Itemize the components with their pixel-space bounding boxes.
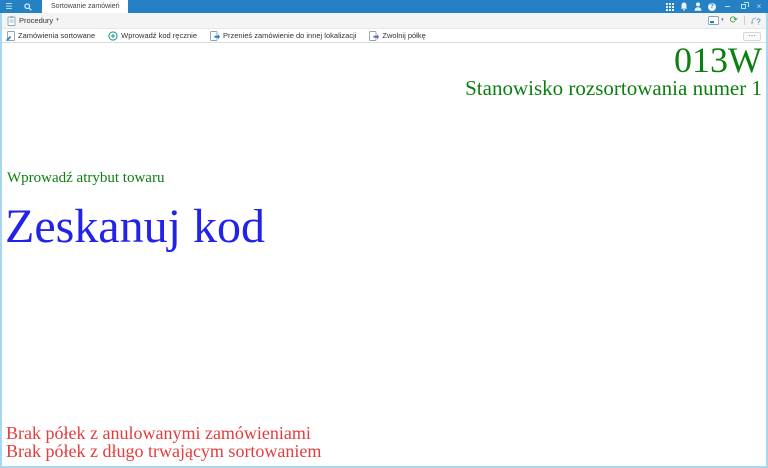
apps-grid-icon[interactable] (666, 2, 674, 11)
station-name: Stanowisko rozsortowania numer 1 (465, 76, 762, 100)
user-icon[interactable] (694, 2, 702, 11)
move-order-button[interactable]: Przenieś zamówienie do innej lokalizacji (210, 30, 357, 41)
sorted-orders-button[interactable]: Zamówienia sortowane (6, 30, 96, 41)
procedures-menu[interactable]: Procedury (19, 16, 53, 25)
help-tooltip-icon[interactable]: ? (751, 16, 761, 26)
main-content: 013W Stanowisko rozsortowania numer 1 Wp… (2, 40, 766, 466)
station-code: 013W (674, 40, 762, 80)
release-shelf-button[interactable]: Zwolnij półkę (369, 30, 426, 41)
actionbar: Zamówienia sortowane Wprowadź kod ręczni… (2, 29, 766, 43)
toolbar-separator (744, 16, 745, 25)
move-order-label: Przenieś zamówienie do innej lokalizacji (223, 31, 357, 40)
titlebar-actions: ? × (666, 0, 764, 13)
sorted-orders-label: Zamówienia sortowane (18, 31, 96, 40)
alerts: Brak półek z anulowanymi zamówieniami Br… (6, 424, 321, 460)
manual-code-entry-button[interactable]: Wprowadź kod ręcznie (108, 30, 197, 41)
release-shelf-label: Zwolnij półkę (382, 31, 426, 40)
sorted-orders-icon (6, 30, 15, 41)
move-order-icon (210, 30, 220, 41)
minimize-button[interactable] (722, 0, 732, 13)
refresh-icon[interactable]: ⟳ (730, 15, 738, 26)
procedures-icon (7, 15, 16, 26)
release-shelf-icon (369, 30, 380, 41)
station-info: 013W Stanowisko rozsortowania numer 1 (465, 40, 762, 100)
restore-glyph (740, 2, 749, 9)
restore-button[interactable] (738, 0, 749, 13)
titlebar: ☰ Sortowanie zamówień ? × (0, 0, 768, 13)
window-frame: Procedury ▾ ▾ ⟳ ? Zamówienia sortowane W… (0, 13, 768, 468)
attribute-prompt: Wprowadź atrybut towaru (7, 170, 165, 186)
chevron-down-icon: ▾ (721, 17, 724, 23)
notifications-bell-icon[interactable] (680, 2, 688, 11)
manual-code-entry-label: Wprowadź kod ręcznie (121, 31, 197, 40)
scan-code-prompt: Zeskanuj kod (5, 200, 265, 253)
menubar: Procedury ▾ ▾ ⟳ ? (2, 13, 766, 29)
app-window: ☰ Sortowanie zamówień ? × Procedury ▾ ▾ … (0, 0, 768, 468)
close-button[interactable]: × (754, 0, 764, 13)
svg-text:?: ? (756, 17, 761, 26)
menubar-right-icons: ▾ ⟳ ? (708, 15, 761, 26)
alert-cancelled-orders: Brak półek z anulowanymi zamówieniami (6, 423, 311, 443)
minimize-glyph (724, 6, 730, 7)
hamburger-menu-icon[interactable]: ☰ (0, 0, 18, 13)
form-view-icon[interactable]: ▾ (708, 16, 724, 25)
manual-code-entry-icon (108, 30, 118, 41)
alert-long-sorting: Brak półek z długo trwającym sortowaniem (6, 441, 322, 461)
help-icon[interactable]: ? (708, 2, 716, 11)
search-icon[interactable] (18, 2, 38, 11)
chevron-down-icon: ▾ (56, 17, 59, 23)
tab-label: Sortowanie zamówień (51, 3, 120, 10)
tab-sortowanie-zamowien[interactable]: Sortowanie zamówień (42, 0, 129, 13)
